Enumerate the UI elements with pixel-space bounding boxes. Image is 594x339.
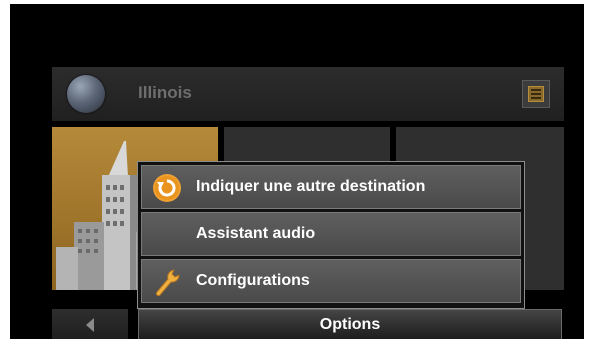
back-button[interactable]: [52, 309, 128, 339]
notes-icon: [528, 86, 544, 102]
back-arrow-icon: [86, 318, 94, 332]
options-button[interactable]: Options: [138, 309, 562, 339]
options-popup-menu: Indiquer une autre destination Assistant…: [137, 161, 525, 309]
menu-item-label: Indiquer une autre destination: [196, 178, 426, 195]
menu-item-configurations[interactable]: Configurations: [141, 259, 521, 303]
globe-icon[interactable]: [67, 75, 105, 113]
menu-item-audio-assistant[interactable]: Assistant audio: [141, 212, 521, 256]
menu-item-label: Configurations: [196, 272, 310, 289]
device-screen: Illinois Options Indiquer une autre dest…: [10, 4, 584, 339]
menu-item-label: Assistant audio: [196, 225, 316, 242]
wrench-icon: [155, 269, 180, 297]
menu-item-other-destination[interactable]: Indiquer une autre destination: [141, 165, 521, 209]
notes-button[interactable]: [522, 80, 550, 108]
location-header: Illinois: [52, 67, 564, 121]
region-name: Illinois: [138, 83, 192, 102]
reroute-icon: [153, 174, 181, 202]
